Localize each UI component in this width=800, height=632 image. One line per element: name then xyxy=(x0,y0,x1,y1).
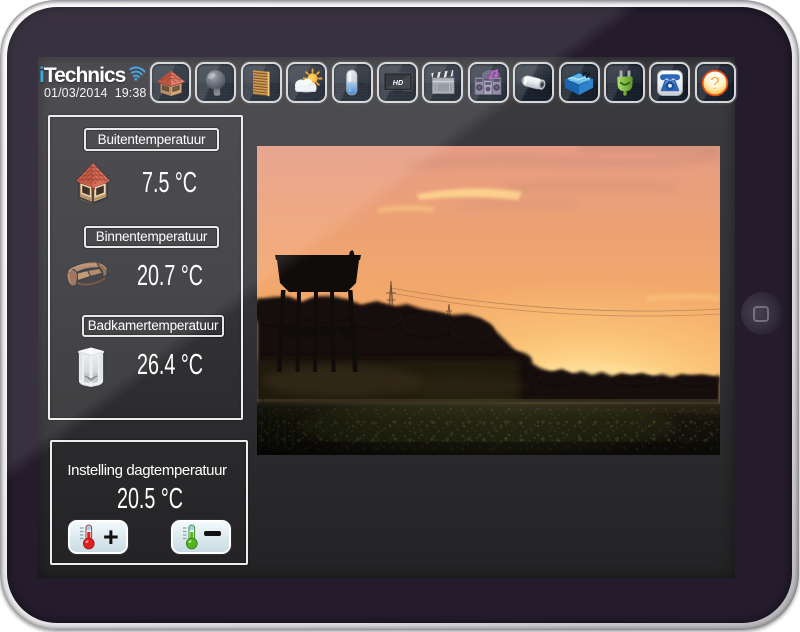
svg-text:?: ? xyxy=(710,73,721,93)
svg-text:HD: HD xyxy=(392,78,402,87)
svg-text:°c: °c xyxy=(359,82,365,88)
